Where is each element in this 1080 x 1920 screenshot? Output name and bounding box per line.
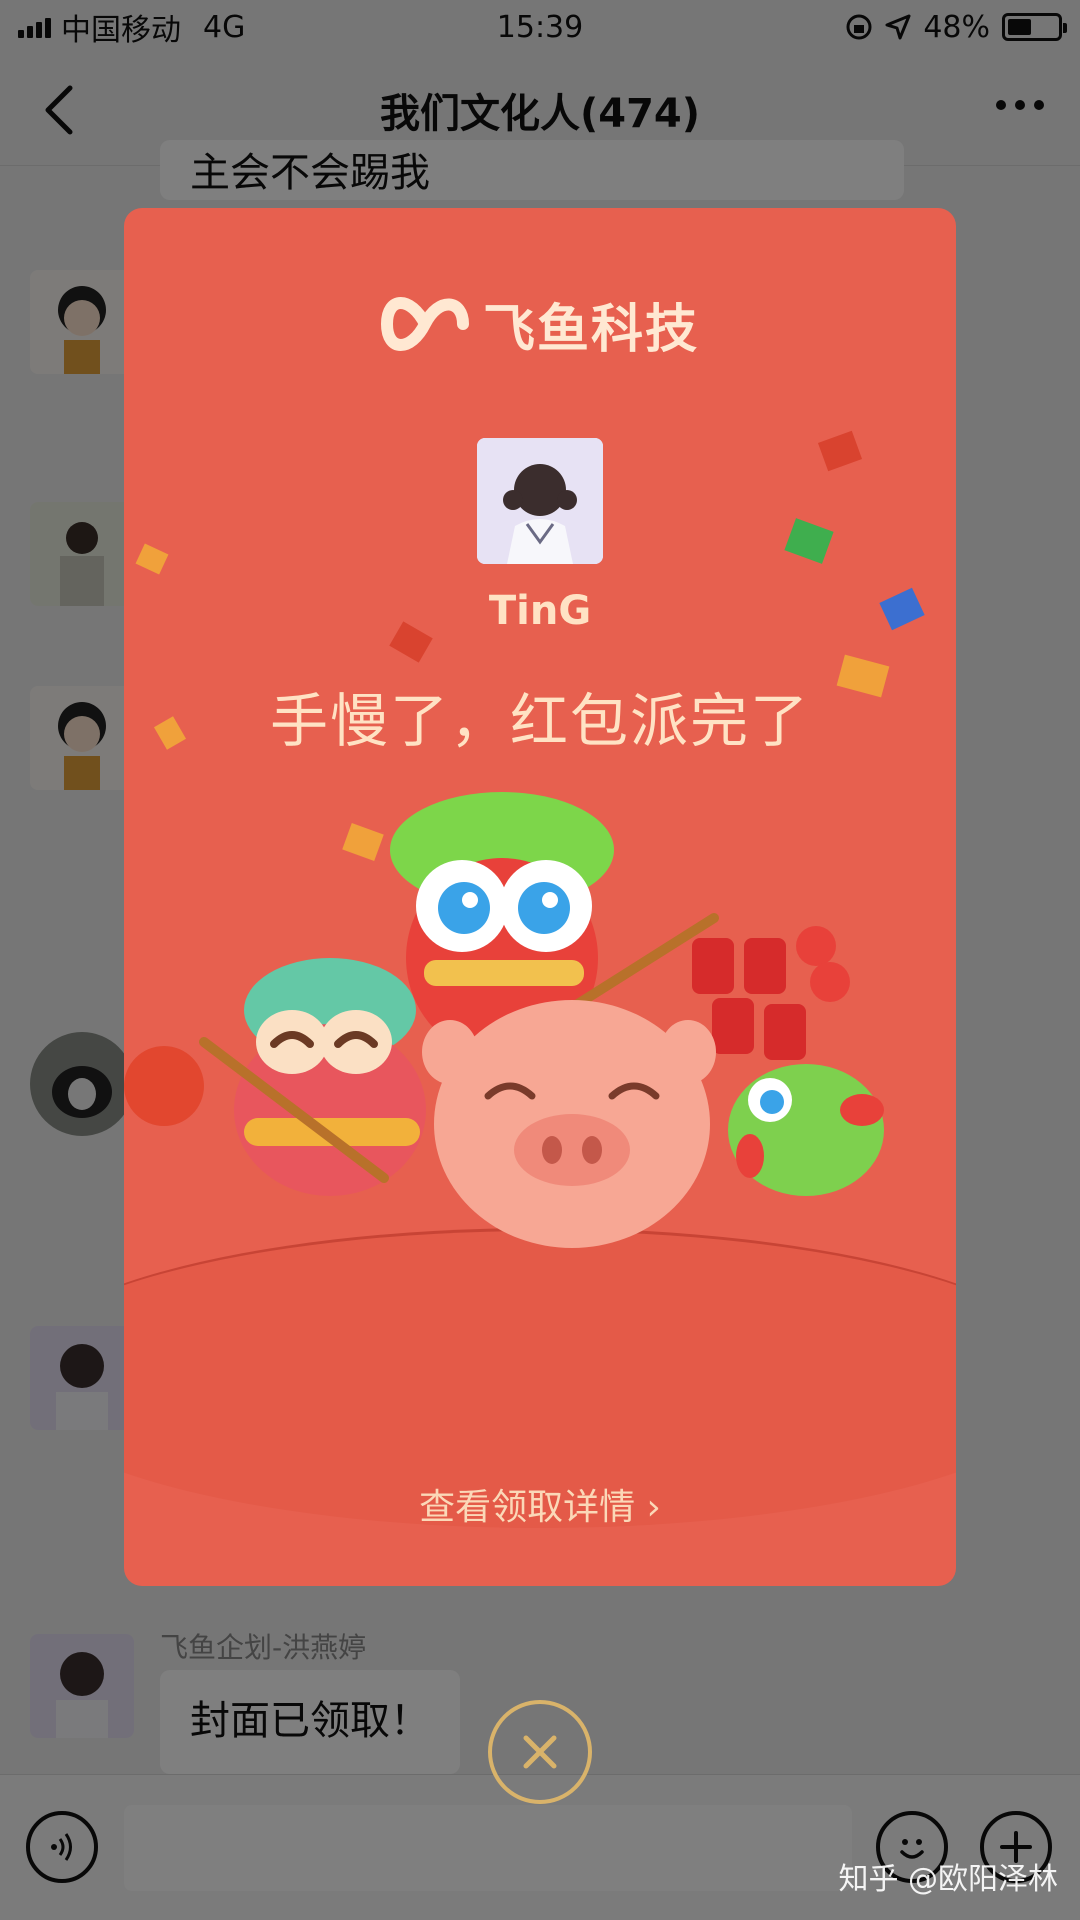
mascot-illustration [124,792,884,1248]
close-icon[interactable] [488,1700,592,1804]
watermark: 知乎 @欧阳泽林 [838,1862,1058,1897]
red-packet-card: 飞鱼科技 TinG 手慢了，红包派完了 查看领取详情 › [124,208,956,1586]
view-details-link[interactable]: 查看领取详情 › [124,1478,956,1530]
confetti-decoration [135,430,925,750]
